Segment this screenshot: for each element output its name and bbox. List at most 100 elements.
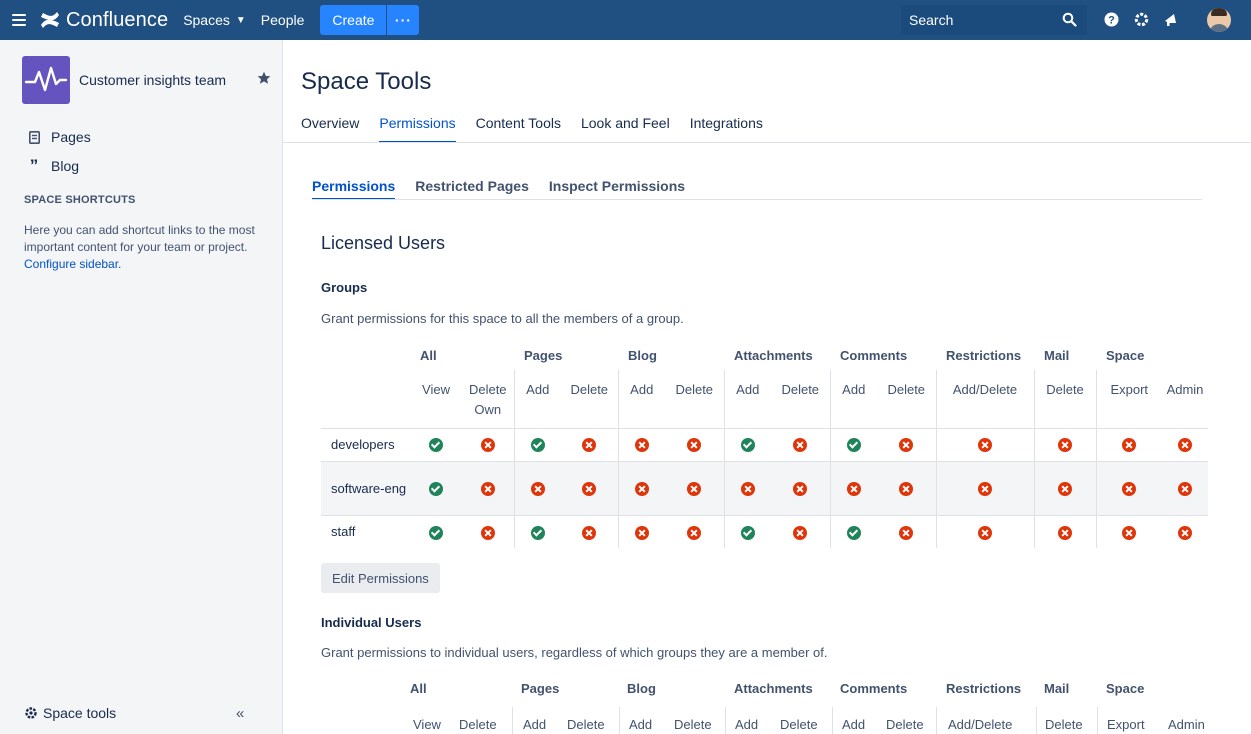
- chevron-down-icon: ▼: [235, 14, 246, 26]
- permission-cell: [723, 514, 771, 548]
- users-header-pages-add: Add: [523, 717, 547, 732]
- cross-circle-icon: [1058, 525, 1072, 540]
- header-blog-add: Add: [617, 370, 665, 428]
- space-name[interactable]: Customer insights team: [79, 72, 226, 88]
- permission-cell: [829, 427, 877, 461]
- check-circle-icon: [530, 438, 545, 453]
- app-switcher-icon[interactable]: [12, 14, 26, 26]
- users-header-space-export: Export: [1107, 717, 1145, 732]
- users-header-restrictions: Add/Delete: [948, 717, 1013, 732]
- permission-cell: [410, 427, 462, 461]
- permission-cell: [561, 514, 618, 548]
- permission-cell: [1033, 514, 1096, 548]
- cross-circle-icon: [1058, 481, 1072, 496]
- cross-circle-icon: [687, 525, 702, 540]
- user-avatar[interactable]: [1207, 8, 1231, 32]
- pulse-icon: [24, 66, 68, 92]
- create-button[interactable]: Create: [320, 5, 387, 35]
- tab-integrations[interactable]: Integrations: [690, 115, 763, 143]
- sidebar-item-label: Blog: [51, 158, 80, 174]
- category-blog: Blog: [628, 347, 657, 363]
- header-blog-delete: Delete: [675, 382, 714, 397]
- settings-gear-icon[interactable]: [1132, 10, 1151, 29]
- header-space-export: Export: [1095, 370, 1162, 428]
- people-link[interactable]: People: [261, 12, 305, 28]
- permission-cell: [665, 514, 724, 548]
- permission-cell: [462, 427, 514, 461]
- collapse-sidebar-button[interactable]: «: [236, 705, 244, 722]
- spaces-menu[interactable]: Spaces ▼: [183, 12, 246, 28]
- group-name: software-eng: [321, 460, 410, 515]
- permission-cell: [617, 460, 665, 515]
- cross-circle-icon: [582, 481, 597, 496]
- check-circle-icon: [530, 525, 545, 540]
- cross-circle-icon: [634, 525, 649, 540]
- category-pages: Pages: [524, 347, 563, 363]
- create-more-button[interactable]: ···: [387, 5, 420, 35]
- permission-cell: [829, 460, 877, 515]
- sidebar-item-pages[interactable]: Pages: [26, 129, 91, 145]
- cross-circle-icon: [480, 525, 495, 540]
- subtab-restricted-pages[interactable]: Restricted Pages: [415, 178, 529, 200]
- users-category-comments: Comments: [840, 681, 908, 696]
- gear-icon: [25, 707, 37, 719]
- confluence-logo[interactable]: Confluence: [40, 9, 168, 32]
- permission-cell: [410, 514, 462, 548]
- permission-cell: [771, 514, 830, 548]
- permission-cell: [1162, 460, 1208, 515]
- edit-permissions-button[interactable]: Edit Permissions: [321, 563, 440, 593]
- permission-cell: [561, 427, 618, 461]
- permission-cell: [771, 460, 830, 515]
- notifications-megaphone-icon[interactable]: [1161, 10, 1180, 29]
- help-icon[interactable]: ?: [1102, 10, 1121, 29]
- cross-circle-icon: [634, 438, 649, 453]
- space-tools-tabs: Overview Permissions Content Tools Look …: [301, 115, 763, 143]
- tab-overview[interactable]: Overview: [301, 115, 359, 143]
- column-divider: [1097, 707, 1098, 734]
- individual-users-description: Grant permissions to individual users, r…: [321, 645, 828, 660]
- cross-circle-icon: [978, 525, 992, 540]
- permission-cell: [1033, 460, 1096, 515]
- header-comments-add: Add: [829, 370, 877, 428]
- permission-cell: [877, 427, 936, 461]
- cross-circle-icon: [1178, 438, 1192, 453]
- cross-circle-icon: [978, 438, 992, 453]
- permission-cell: [513, 460, 561, 515]
- column-divider: [725, 707, 726, 734]
- svg-text:?: ?: [1108, 14, 1115, 26]
- groups-description: Grant permissions for this space to all …: [321, 311, 684, 326]
- permission-cell: [617, 514, 665, 548]
- permission-cell: [561, 460, 618, 515]
- permission-cell: [1095, 514, 1162, 548]
- space-sidebar: Customer insights team Pages ” Blog SPAC…: [0, 40, 283, 734]
- space-tools-button[interactable]: Space tools: [24, 705, 116, 721]
- cross-circle-icon: [899, 481, 914, 496]
- cross-circle-icon: [1122, 438, 1137, 453]
- users-category-mail: Mail: [1044, 681, 1070, 696]
- sidebar-item-blog[interactable]: ” Blog: [26, 157, 80, 174]
- category-header-row: All Pages Blog Attachments Comments Rest…: [321, 340, 1208, 370]
- header-comments-delete: Delete: [887, 382, 926, 397]
- cross-circle-icon: [978, 481, 992, 496]
- permission-cell: [1162, 514, 1208, 548]
- space-shortcuts-text: Here you can add shortcut links to the m…: [24, 222, 264, 273]
- configure-sidebar-link[interactable]: Configure sidebar.: [24, 257, 121, 271]
- permission-cell: [935, 427, 1034, 461]
- search-icon: [1062, 12, 1077, 27]
- star-icon[interactable]: [257, 71, 271, 85]
- search-input[interactable]: Search: [901, 5, 1087, 35]
- permission-cell: [462, 460, 514, 515]
- space-avatar[interactable]: [22, 56, 70, 104]
- permission-cell: [1162, 427, 1208, 461]
- subtab-permissions[interactable]: Permissions: [312, 178, 396, 200]
- permission-cell: [513, 427, 561, 461]
- users-header-space-admin: Admin: [1168, 717, 1205, 732]
- users-category-space: Space: [1106, 681, 1145, 696]
- cross-circle-icon: [740, 481, 755, 496]
- tab-permissions[interactable]: Permissions: [379, 115, 456, 143]
- users-header-delete: Delete: [459, 717, 497, 732]
- page-title: Space Tools: [301, 68, 432, 95]
- tab-look-and-feel[interactable]: Look and Feel: [581, 115, 670, 143]
- subtab-inspect-permissions[interactable]: Inspect Permissions: [549, 178, 685, 200]
- tab-content-tools[interactable]: Content Tools: [476, 115, 561, 143]
